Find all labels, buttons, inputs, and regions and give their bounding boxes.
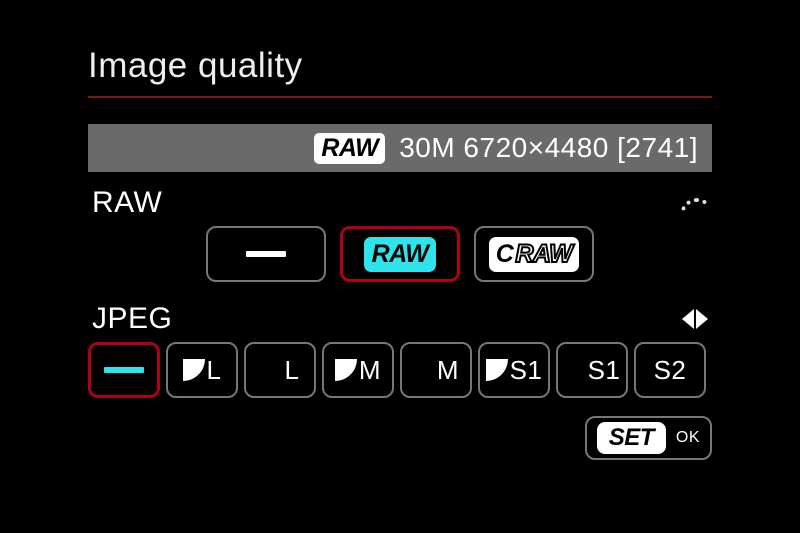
set-badge: SET: [597, 422, 666, 454]
current-setting-bar: RAW 30M 6720×4480 [2741]: [88, 124, 712, 172]
jpeg-size-label: L: [207, 355, 222, 386]
jpeg-size-label: M: [437, 355, 459, 386]
raw-option-none[interactable]: [206, 226, 326, 282]
jpeg-option-s2[interactable]: S2: [634, 342, 706, 398]
title-rule: [88, 96, 712, 98]
dial-icon: [678, 194, 708, 212]
jpeg-option-medium-fine[interactable]: M: [322, 342, 394, 398]
jpeg-size-label: S2: [654, 355, 687, 386]
normal-icon: [261, 359, 283, 381]
dash-icon: [246, 251, 286, 257]
jpeg-option-s1-fine[interactable]: S1: [478, 342, 550, 398]
jpeg-option-large-fine[interactable]: L: [166, 342, 238, 398]
jpeg-size-label: M: [359, 355, 381, 386]
normal-icon: [564, 359, 586, 381]
craw-badge: CRAW: [489, 237, 579, 272]
left-right-icon: [682, 309, 708, 329]
jpeg-label: JPEG: [92, 302, 172, 336]
fine-icon: [486, 359, 508, 381]
normal-icon: [413, 359, 435, 381]
raw-badge-selected: RAW: [364, 237, 437, 272]
fine-icon: [183, 359, 205, 381]
jpeg-option-s1-normal[interactable]: S1: [556, 342, 628, 398]
format-badge: RAW: [314, 133, 385, 164]
page-title: Image quality: [88, 46, 712, 86]
jpeg-options-row: L L M M S1 S1 S2: [88, 342, 712, 398]
ok-label: OK: [676, 429, 700, 447]
fine-icon: [335, 359, 357, 381]
set-ok-button[interactable]: SET OK: [585, 416, 712, 460]
resolution-summary: 30M 6720×4480 [2741]: [399, 132, 698, 164]
jpeg-section-header: JPEG: [88, 302, 712, 342]
raw-label: RAW: [92, 186, 162, 220]
raw-section-header: RAW: [88, 186, 712, 226]
jpeg-size-label: S1: [588, 355, 621, 386]
jpeg-option-none[interactable]: [88, 342, 160, 398]
dash-icon: [104, 367, 144, 373]
jpeg-option-large-normal[interactable]: L: [244, 342, 316, 398]
jpeg-option-medium-normal[interactable]: M: [400, 342, 472, 398]
raw-option-craw[interactable]: CRAW: [474, 226, 594, 282]
jpeg-size-label: L: [285, 355, 300, 386]
raw-options-row: RAW CRAW: [88, 226, 712, 282]
raw-option-raw[interactable]: RAW: [340, 226, 460, 282]
jpeg-size-label: S1: [510, 355, 543, 386]
